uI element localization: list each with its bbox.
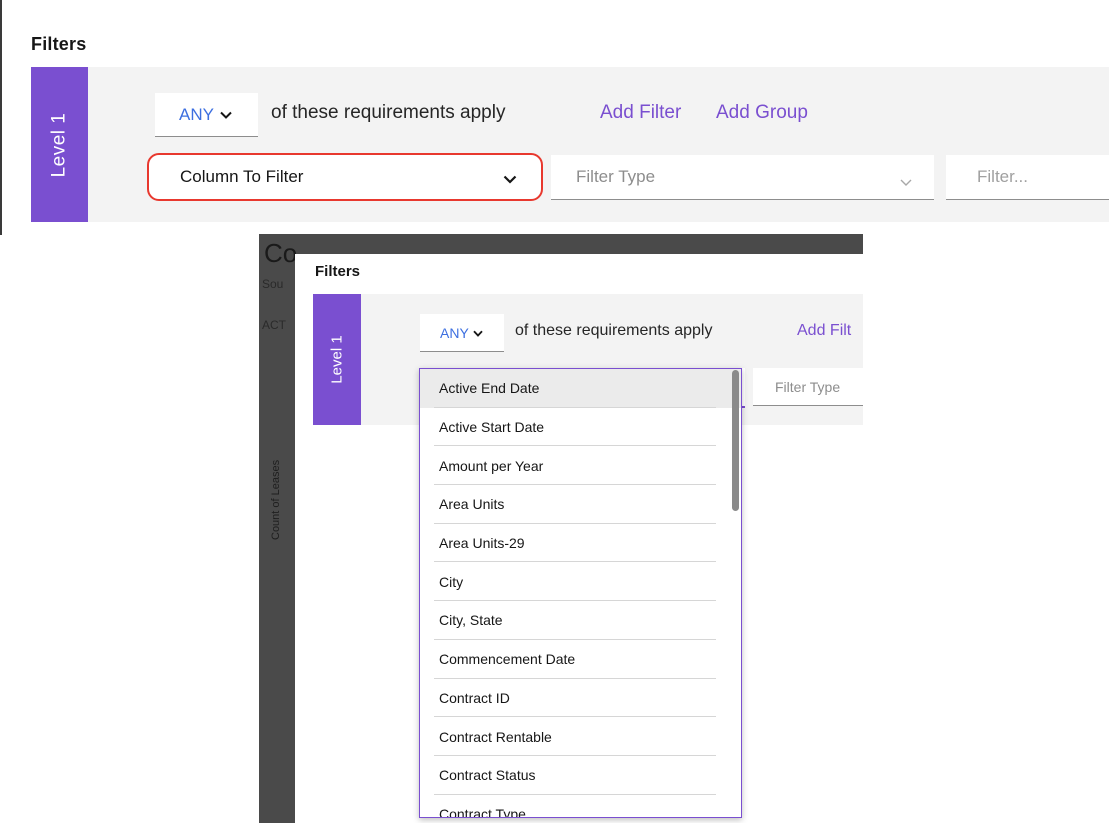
match-mode-dropdown[interactable]: ANY	[420, 314, 504, 352]
filters-heading: Filters	[31, 34, 87, 54]
dropdown-option[interactable]: City	[420, 562, 741, 601]
left-divider	[0, 0, 2, 235]
dropdown-option[interactable]: Commencement Date	[420, 640, 741, 679]
dropdown-option[interactable]: Contract Type	[420, 795, 741, 817]
requirements-text: of these requirements apply	[515, 322, 713, 339]
dropdown-option[interactable]: Amount per Year	[420, 446, 741, 485]
background-chart-title: Co	[264, 238, 298, 268]
filter-type-placeholder: Filter Type	[775, 378, 841, 395]
column-select-label: Column To Filter	[180, 167, 304, 186]
match-mode-dropdown[interactable]: ANY	[155, 93, 258, 137]
dropdown-option[interactable]: Active Start Date	[420, 408, 741, 447]
filter-type-select[interactable]: Filter Type	[753, 368, 863, 406]
add-filter-link[interactable]: Add Filt	[797, 322, 863, 340]
add-filter-link[interactable]: Add Filter	[600, 102, 681, 124]
match-mode-value: ANY	[179, 104, 214, 124]
level-label: Level 1	[48, 112, 70, 177]
level-indicator: Level 1	[313, 294, 361, 425]
dropdown-option[interactable]: Area Units	[420, 485, 741, 524]
filter-value-placeholder: Filter...	[977, 167, 1029, 186]
dropdown-option[interactable]: Contract Rentable	[420, 717, 741, 756]
match-mode-value: ANY	[440, 324, 469, 341]
background-y-axis-label: Count of Leases	[270, 459, 282, 540]
background-chart-subtitle: Sou	[262, 277, 284, 291]
chevron-down-icon	[220, 106, 232, 124]
column-dropdown-list[interactable]: Active End Date Active Start Date Amount…	[419, 368, 742, 818]
dropdown-option[interactable]: Active End Date	[420, 369, 741, 408]
chevron-down-icon	[473, 324, 483, 342]
chevron-down-icon	[900, 171, 912, 191]
filters-heading: Filters	[315, 263, 361, 280]
level-indicator: Level 1	[31, 67, 88, 222]
dropdown-scrollbar[interactable]	[732, 370, 739, 511]
filter-type-placeholder: Filter Type	[576, 167, 656, 186]
dropdown-option[interactable]: Area Units-29	[420, 524, 741, 563]
add-group-link[interactable]: Add Group	[716, 102, 808, 124]
background-chart-row: ACT	[262, 318, 286, 332]
level-label: Level 1	[328, 335, 346, 384]
dropdown-option[interactable]: Contract ID	[420, 679, 741, 718]
filter-type-select[interactable]: Filter Type	[551, 155, 934, 200]
dropdown-option[interactable]: Contract Status	[420, 756, 741, 795]
dropdown-option[interactable]: City, State	[420, 601, 741, 640]
requirements-text: of these requirements apply	[271, 102, 506, 123]
chevron-down-icon	[503, 169, 517, 189]
filter-value-input[interactable]: Filter...	[946, 155, 1109, 200]
column-to-filter-select[interactable]: Column To Filter	[147, 153, 543, 201]
